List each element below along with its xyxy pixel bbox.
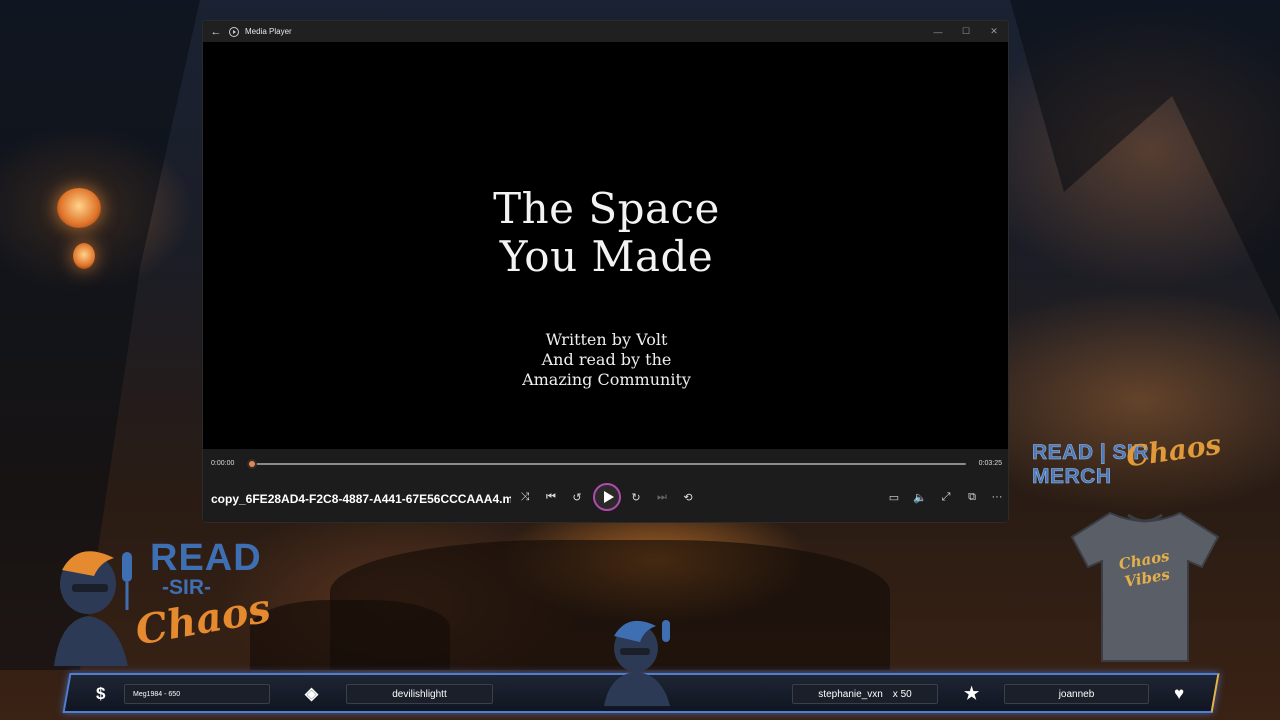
video-credits: Written by Volt And read by the Amazing …	[203, 330, 1008, 390]
play-button[interactable]	[593, 483, 621, 511]
window-title: Media Player	[245, 27, 292, 36]
follower-pill: joanneb	[1004, 684, 1149, 704]
close-button[interactable]: ✕	[980, 26, 1008, 37]
minimize-button[interactable]: —	[924, 27, 952, 37]
subscriber-pill: devilishlightt	[346, 684, 493, 704]
gift-user-text: stephanie_vxn	[818, 688, 883, 700]
repeat-icon[interactable]: ⟲	[677, 486, 699, 508]
video-title-line-1: The Space	[493, 184, 720, 233]
cast-icon[interactable]: ⧉	[961, 486, 983, 508]
media-player-app-icon	[229, 26, 239, 37]
current-time: 0:00:00	[211, 460, 235, 467]
title-bar: ← Media Player — ☐ ✕	[203, 21, 1008, 42]
lantern	[57, 188, 101, 228]
miniplayer-icon[interactable]: ▭	[883, 486, 905, 508]
credit-line-3: Amazing Community	[522, 370, 691, 389]
more-options-icon[interactable]: ···	[986, 486, 1008, 508]
credit-line-2: And read by the	[541, 350, 672, 369]
maximize-button[interactable]: ☐	[952, 26, 980, 37]
star-icon: ★	[964, 684, 980, 703]
next-icon[interactable]: ⏭	[651, 486, 673, 508]
center-mascot-image	[604, 620, 670, 706]
media-player-window: ← Media Player — ☐ ✕ The Space You Made …	[202, 20, 1009, 523]
tshirt-image: Chaos Vibes	[1070, 511, 1220, 662]
subscriber-text: devilishlightt	[392, 688, 447, 700]
fullscreen-icon[interactable]: ⤢	[935, 486, 957, 508]
palm-tree-silhouette-right	[1010, 0, 1280, 320]
merch-merch: MERCH	[1032, 465, 1112, 489]
follower-text: joanneb	[1058, 688, 1095, 700]
previous-icon[interactable]: ⏮	[540, 486, 562, 508]
donation-text: Meg1984 - 650	[133, 690, 181, 698]
volume-icon[interactable]: 🔈	[909, 486, 931, 508]
seek-thumb[interactable]	[247, 459, 257, 469]
credit-line-1: Written by Volt	[545, 330, 668, 349]
dollar-icon: $	[96, 684, 106, 703]
seek-bar[interactable]	[247, 459, 966, 469]
lantern	[73, 243, 95, 269]
back-arrow-icon[interactable]: ←	[203, 26, 229, 38]
video-title-line-2: You Made	[499, 232, 714, 281]
total-time: 0:03:25	[978, 460, 1002, 467]
diamond-icon: ◈	[305, 684, 319, 703]
shuffle-icon[interactable]: ⤨	[514, 486, 536, 508]
forward-30-icon[interactable]: ↻	[625, 486, 647, 508]
gift-pill: stephanie_vxn x 50	[792, 684, 938, 704]
rewind-10-icon[interactable]: ↺	[566, 486, 588, 508]
video-title: The Space You Made	[203, 184, 1008, 281]
mascot-logo-image	[54, 551, 132, 666]
video-area[interactable]: The Space You Made Written by Volt And r…	[203, 42, 1008, 469]
gift-count-text: x 50	[892, 688, 912, 700]
playback-controls: 0:00:00 0:03:25 copy_6FE28AD4-F2C8-4887-…	[203, 449, 1008, 522]
media-filename: copy_6FE28AD4-F2C8-4887-A441-67E56CCCAAA…	[211, 492, 511, 506]
donation-pill: Meg1984 - 650	[124, 684, 270, 704]
heart-icon: ♥	[1174, 684, 1185, 703]
crowd-silhouette	[250, 600, 450, 670]
logo-read: READ	[150, 537, 262, 579]
